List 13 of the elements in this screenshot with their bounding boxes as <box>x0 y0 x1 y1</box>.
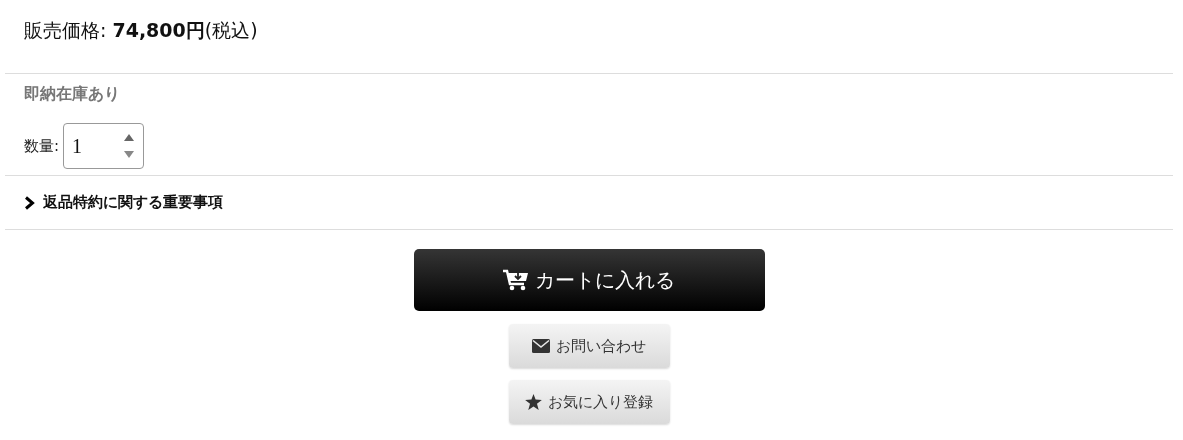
contact-button[interactable]: お問い合わせ <box>508 324 670 368</box>
spinner-icon[interactable] <box>123 132 136 160</box>
chevron-icon <box>24 195 35 210</box>
favorite-button[interactable]: お気に入り登録 <box>508 380 670 424</box>
envelope-icon <box>532 339 550 353</box>
add-to-cart-button[interactable]: カートに入れる <box>413 249 765 311</box>
quantity-label: 数量: <box>24 136 60 156</box>
star-icon <box>525 394 542 410</box>
quantity-field[interactable]: 1 <box>63 123 145 169</box>
return-policy-toggle[interactable]: 返品特約に関する重要事項 <box>5 176 1173 229</box>
price-text: 販売価格: 74,800円(税込) <box>24 18 259 43</box>
cart-icon <box>503 269 529 291</box>
stock-status: 即納在庫あり <box>24 83 121 105</box>
